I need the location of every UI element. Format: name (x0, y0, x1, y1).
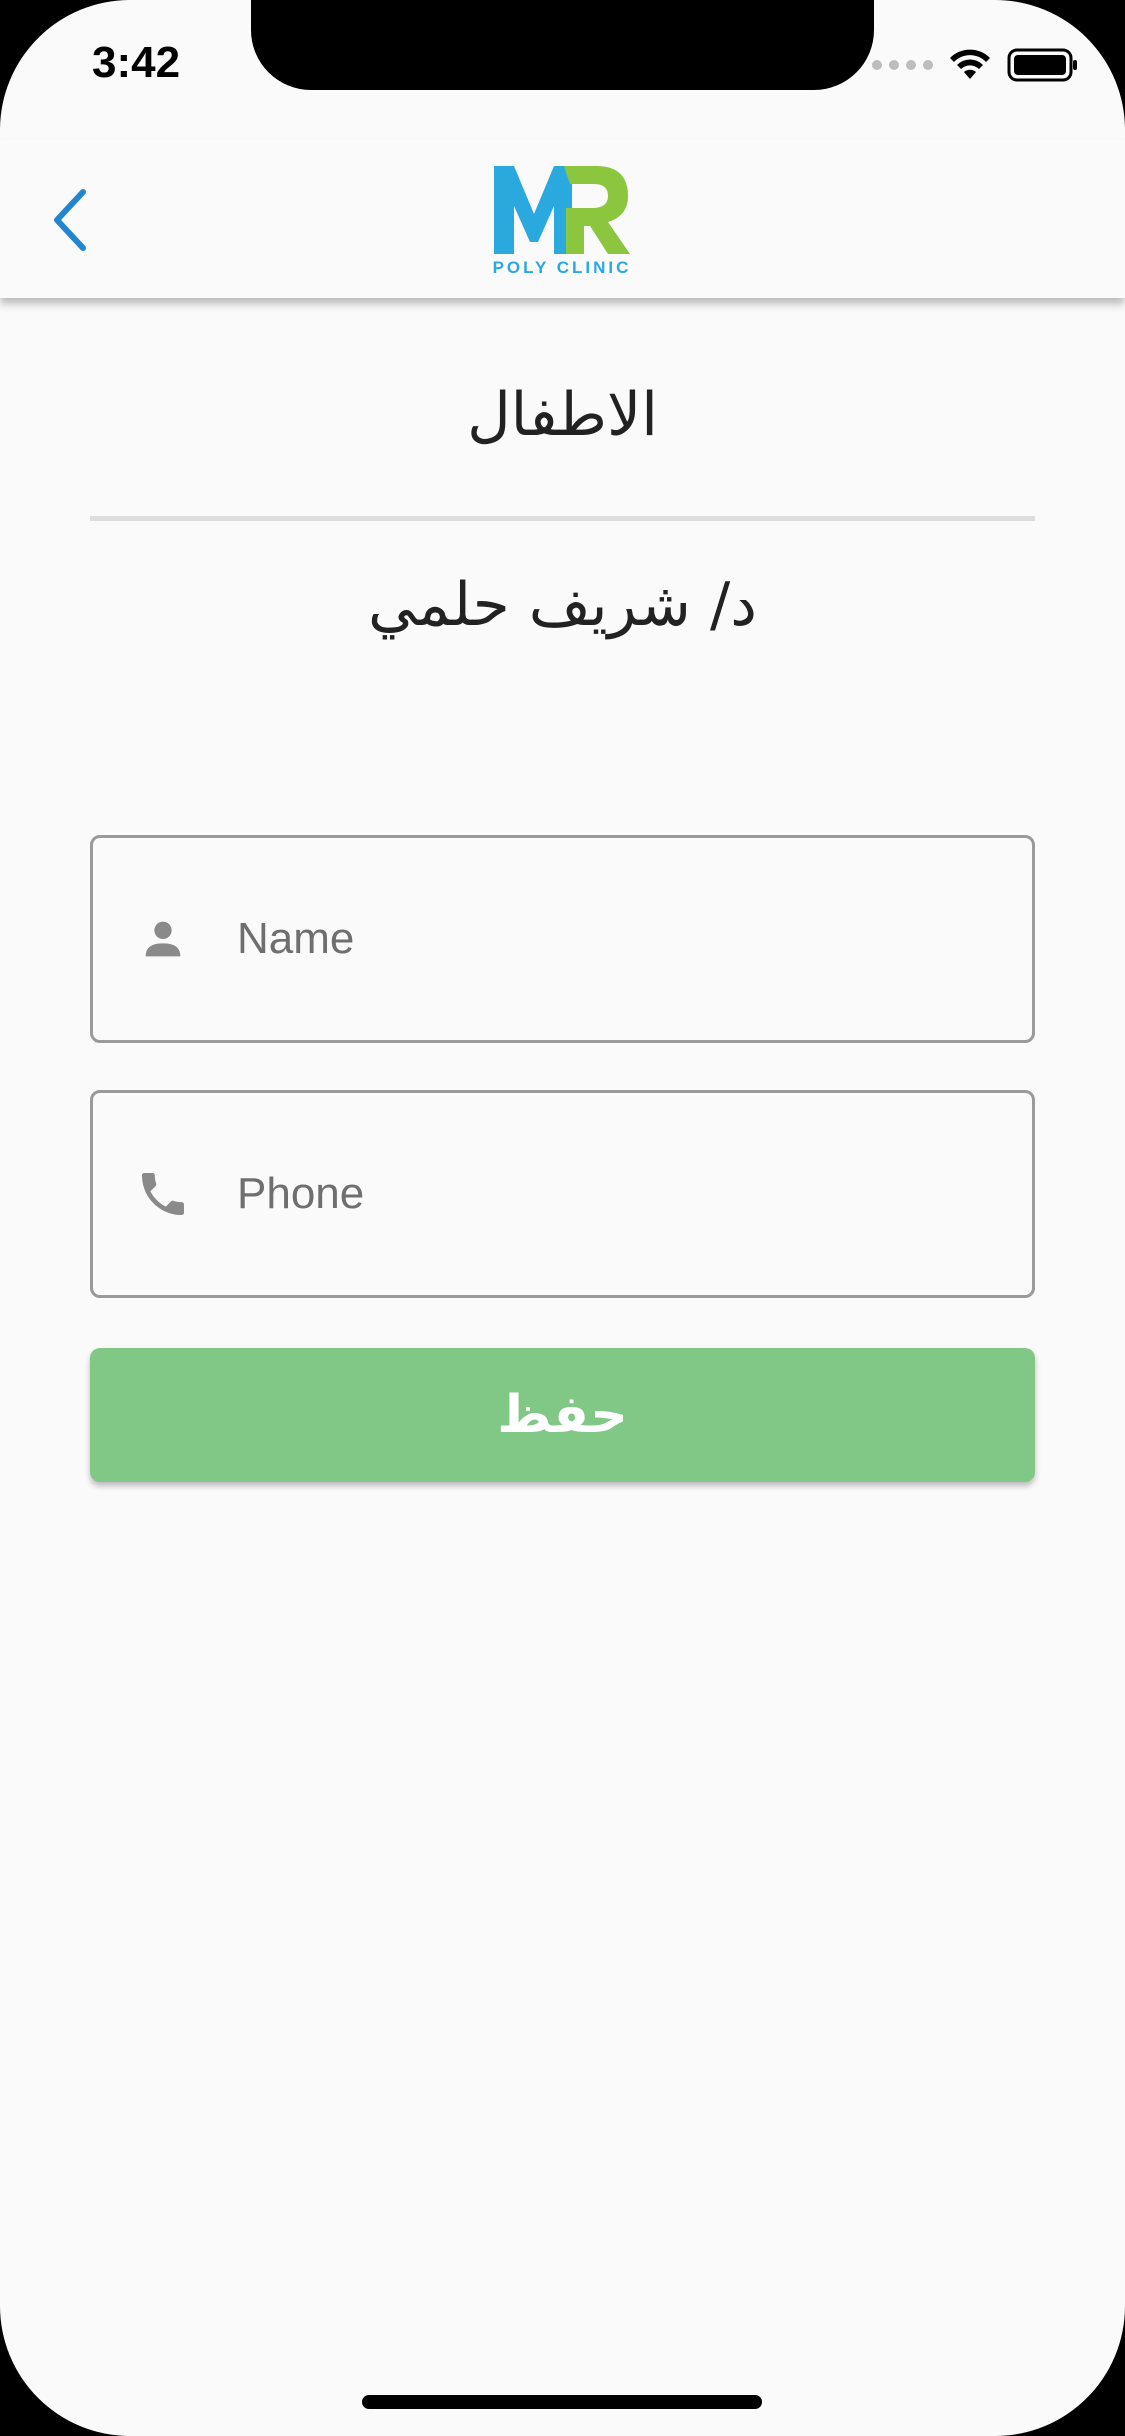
home-indicator[interactable] (362, 2395, 762, 2409)
name-field[interactable] (90, 835, 1035, 1043)
signal-icon (872, 60, 933, 70)
wifi-icon (950, 49, 990, 79)
app-screen: 3:42 POLY CLINIC الاطفال د/ شريف حلمي Na… (0, 0, 1125, 2436)
phone-input[interactable] (235, 1168, 999, 1220)
device-notch (251, 0, 874, 90)
status-time: 3:42 (92, 38, 181, 87)
name-input[interactable] (235, 913, 999, 965)
clinic-logo: POLY CLINIC (492, 154, 632, 284)
status-icons (872, 48, 1079, 82)
back-button[interactable] (36, 180, 106, 260)
phone-field[interactable] (90, 1090, 1035, 1298)
chevron-left-icon (54, 189, 86, 251)
specialty-title: الاطفال (467, 380, 658, 450)
logo-subtitle: POLY CLINIC (492, 258, 632, 277)
logo-mark (494, 166, 630, 254)
person-icon (133, 909, 193, 969)
phone-icon (133, 1164, 193, 1224)
doctor-name: د/ شريف حلمي (368, 570, 757, 640)
battery-icon (1007, 48, 1077, 82)
save-button[interactable]: حفظ (90, 1348, 1035, 1482)
divider (90, 516, 1035, 521)
app-bar: POLY CLINIC (0, 140, 1125, 298)
status-bar: 3:42 (0, 0, 1125, 140)
